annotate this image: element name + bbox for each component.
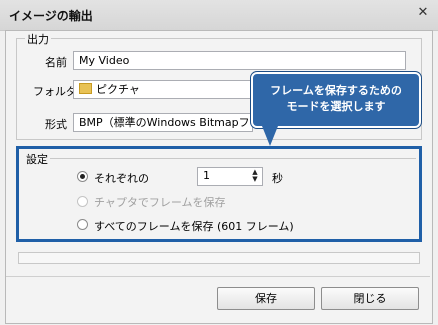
spin-arrows[interactable]: ▲ ▼	[250, 169, 260, 184]
radio-all-frames[interactable]	[77, 219, 88, 230]
callout-line2: モードを選択します	[286, 100, 386, 113]
footer-divider	[6, 276, 430, 277]
radio-chapters[interactable]	[77, 196, 88, 207]
option-each-label[interactable]: それぞれの	[94, 170, 149, 186]
folder-icon	[79, 83, 92, 94]
close-icon[interactable]: ✕	[416, 6, 430, 20]
folder-value: ピクチャ	[96, 83, 140, 96]
name-label: 名前	[45, 56, 67, 69]
output-legend: 出力	[25, 31, 51, 47]
folder-field[interactable]: ピクチャ	[73, 80, 253, 99]
settings-legend: 設定	[26, 153, 48, 166]
format-label: 形式	[45, 118, 67, 131]
interval-value: 1	[203, 169, 210, 182]
name-field[interactable]: My Video	[73, 51, 406, 70]
callout-line1: フレームを保存するための	[270, 84, 402, 97]
interval-spinner[interactable]: 1 ▲ ▼	[197, 167, 263, 186]
callout-pointer	[262, 126, 278, 146]
interval-unit: 秒	[272, 172, 283, 185]
save-button[interactable]: 保存	[217, 287, 315, 310]
title-bar: イメージの輸出 ✕	[0, 0, 438, 31]
close-button[interactable]: 閉じる	[321, 287, 419, 310]
spin-down-icon[interactable]: ▼	[250, 176, 260, 183]
option-all-label[interactable]: すべてのフレームを保存 (601 フレーム)	[94, 218, 294, 234]
settings-divider	[50, 158, 416, 159]
format-value: BMP（標準のWindows Bitmapファイル)	[79, 116, 252, 129]
folder-label: フォルダ	[33, 85, 77, 98]
callout-tooltip: フレームを保存するための モードを選択します	[251, 72, 421, 128]
window-title: イメージの輸出	[9, 9, 93, 23]
radio-each-interval[interactable]	[77, 171, 88, 182]
option-chapters-label[interactable]: チャプタでフレームを保存	[94, 194, 226, 210]
name-value: My Video	[79, 54, 130, 67]
progress-bar	[18, 252, 420, 264]
format-dropdown[interactable]: BMP（標準のWindows Bitmapファイル)	[73, 113, 253, 132]
